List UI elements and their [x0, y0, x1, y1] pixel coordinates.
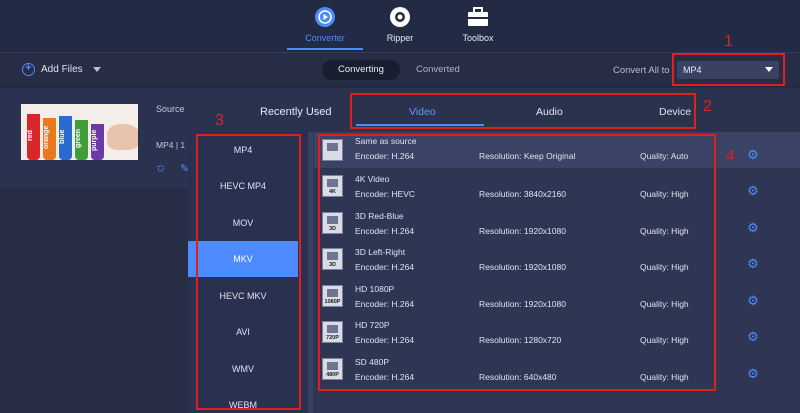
video-thumbnail[interactable]: red orange blue green purple	[21, 104, 138, 160]
chevron-down-icon[interactable]	[92, 67, 101, 72]
annotation-box-3	[196, 134, 301, 410]
annotation-box-2	[350, 93, 696, 129]
file-meta: MP4 | 1	[156, 140, 186, 150]
annotation-number-1: 1	[724, 33, 733, 50]
annotation-number-4: 4	[726, 148, 735, 165]
converter-icon	[315, 7, 335, 27]
crayon-green: green	[75, 120, 88, 160]
source-label: Source	[156, 104, 185, 114]
gear-icon[interactable]: ⚙	[746, 330, 760, 344]
tab-converted[interactable]: Converted	[400, 60, 476, 80]
hand-image	[107, 124, 138, 150]
gear-icon[interactable]: ⚙	[746, 184, 760, 198]
crayon-red: red	[27, 114, 40, 160]
convert-all-label: Convert All to	[613, 65, 670, 76]
annotation-number-3: 3	[215, 112, 224, 129]
tab-recently-used[interactable]: Recently Used	[260, 106, 332, 118]
tab-converting[interactable]: Converting	[322, 60, 400, 80]
format-list-scrollbar[interactable]	[308, 132, 313, 413]
ripper-icon	[390, 7, 410, 27]
add-files-button[interactable]: + Add Files	[22, 63, 101, 76]
gear-icon[interactable]: ⚙	[746, 367, 760, 381]
gear-icon[interactable]: ⚙	[746, 221, 760, 235]
annotation-box-4	[318, 134, 716, 391]
annotation-box-1	[672, 53, 785, 86]
toolbox-icon	[468, 7, 488, 26]
star-icon[interactable]: ✩	[156, 162, 165, 175]
gear-icon[interactable]: ⚙	[746, 294, 760, 308]
status-toggle: Converting Converted	[322, 60, 476, 80]
gear-icon[interactable]: ⚙	[746, 148, 760, 162]
nav-toolbox[interactable]: Toolbox	[438, 6, 518, 43]
crayon-orange: orange	[43, 118, 56, 160]
nav-converter[interactable]: Converter	[285, 6, 365, 50]
annotation-number-2: 2	[703, 98, 712, 115]
top-nav: Converter Ripper Toolbox	[0, 0, 800, 53]
plus-icon: +	[22, 63, 35, 76]
nav-ripper[interactable]: Ripper	[360, 6, 440, 43]
gear-icon[interactable]: ⚙	[746, 257, 760, 271]
crayon-purple: purple	[91, 124, 104, 160]
crayon-blue: blue	[59, 116, 72, 160]
